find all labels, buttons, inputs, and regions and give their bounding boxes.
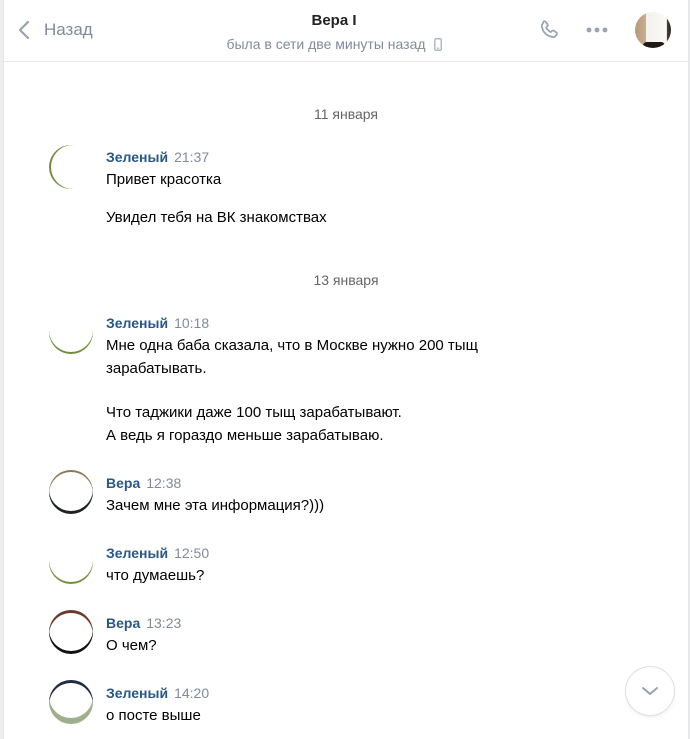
date-separator: 13 января (313, 272, 379, 288)
message-meta: Зеленый 21:37 (106, 148, 209, 166)
phone-icon[interactable] (537, 18, 561, 42)
avatar[interactable] (49, 540, 93, 584)
avatar[interactable] (49, 470, 93, 514)
back-label: Назад (44, 20, 93, 39)
author-link[interactable]: Зеленый (106, 685, 168, 701)
author-link[interactable]: Вера (106, 615, 140, 631)
chat-header: Назад Вера I была в сети две минуты наза… (4, 0, 688, 62)
chevron-left-icon (18, 20, 30, 40)
message-time: 10:18 (174, 315, 210, 331)
avatar[interactable] (635, 12, 671, 48)
message-meta: Зеленый 14:20 (106, 684, 209, 702)
author-link[interactable]: Зеленый (106, 149, 168, 165)
online-status: была в сети две минуты назад (184, 36, 484, 52)
message-text: А ведь я гораздо меньше зарабатываю. (106, 427, 384, 444)
more-icon[interactable] (585, 26, 609, 34)
scroll-down-button[interactable] (626, 667, 674, 715)
chevron-down-icon (642, 687, 658, 695)
message-text: Привет красотка (106, 171, 222, 188)
date-separator: 11 января (313, 106, 378, 122)
message-text: что думаешь? (106, 567, 205, 584)
message-text: О чем? (106, 637, 157, 654)
author-link[interactable]: Вера (106, 475, 140, 491)
message-text: Что таджики даже 100 тыщ зарабатывают. (106, 404, 402, 421)
avatar[interactable] (49, 310, 93, 354)
message-time: 12:50 (174, 545, 210, 561)
message-text: Увидел тебя на ВК знакомствах (106, 209, 327, 226)
message-time: 13:23 (146, 615, 182, 631)
chat-panel: Назад Вера I была в сети две минуты наза… (3, 0, 689, 739)
message-text: о посте выше (106, 707, 201, 724)
message-meta: Вера 12:38 (106, 474, 181, 492)
chat-title: Вера I (311, 12, 357, 29)
message-text: Зачем мне эта информация?))) (106, 497, 325, 514)
message-meta: Зеленый 10:18 (106, 314, 209, 332)
avatar[interactable] (49, 145, 93, 189)
message-time: 14:20 (174, 685, 210, 701)
message-meta: Вера 13:23 (106, 614, 181, 632)
mobile-phone-icon (433, 37, 442, 51)
author-link[interactable]: Зеленый (106, 315, 168, 331)
author-link[interactable]: Зеленый (106, 545, 168, 561)
message-time: 12:38 (146, 475, 182, 491)
online-status-text: была в сети две минуты назад (226, 36, 426, 52)
avatar[interactable] (49, 680, 93, 724)
message-text: зарабатывать. (106, 360, 207, 377)
message-meta: Зеленый 12:50 (106, 544, 209, 562)
back-button[interactable]: Назад (18, 14, 93, 46)
message-time: 21:37 (174, 149, 210, 165)
chat-title-block[interactable]: Вера I была в сети две минуты назад (184, 12, 484, 52)
avatar[interactable] (49, 610, 93, 654)
message-text: Мне одна баба сказала, что в Москве нужн… (106, 337, 478, 354)
